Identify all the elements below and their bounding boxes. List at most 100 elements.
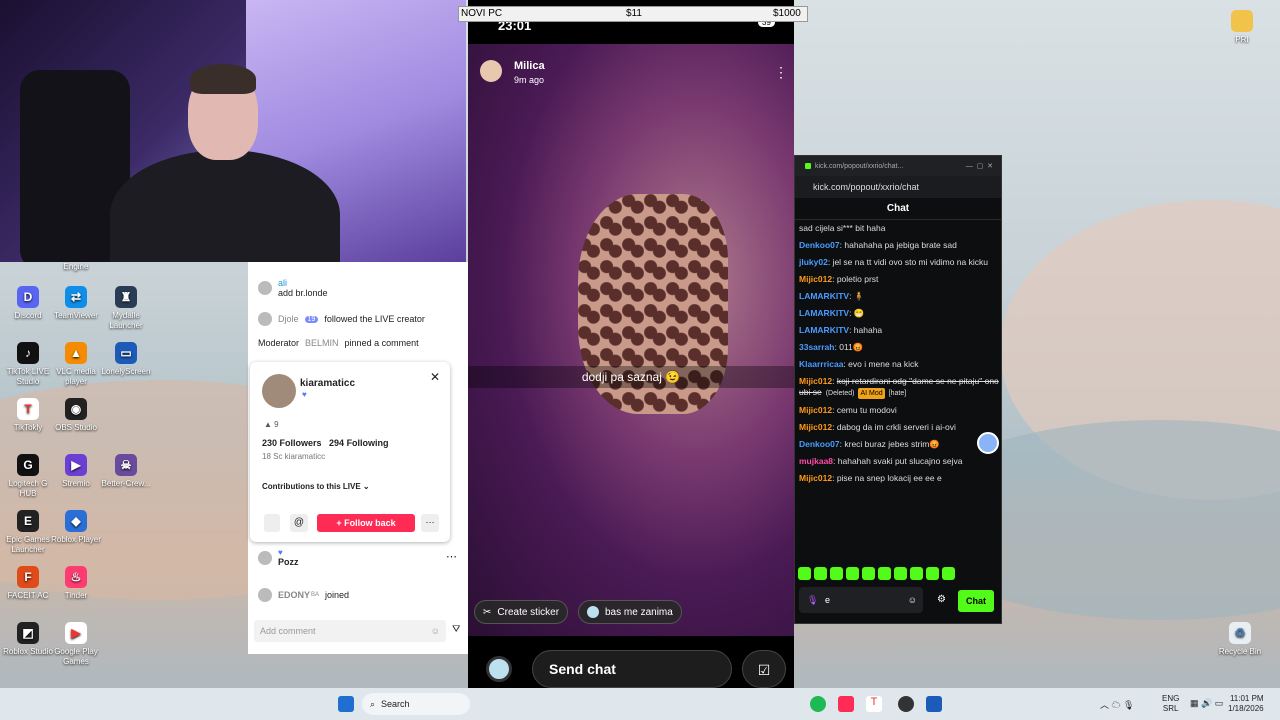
chat-message: Mijic012: koji retardirani odg "dame se … [799,376,999,399]
emoji-icon[interactable]: ☺ [908,595,917,605]
kick-icon [805,163,811,169]
followers-count[interactable]: 230 Followers [262,438,322,448]
desktop-icon[interactable]: ▶ Google Play Games [48,622,104,667]
language-indicator[interactable]: ENG SRL [1162,694,1179,714]
chat-header: Chat [795,198,1001,220]
lonelyscreen-icon[interactable] [926,696,942,712]
chat-username[interactable]: 33sarrah [799,342,834,352]
obs-icon[interactable] [898,696,914,712]
contributions-toggle[interactable]: Contributions to this LIVE ⌄ [262,482,370,491]
app-icon: T [17,398,39,420]
more-vertical-icon[interactable]: ⋮ [774,64,788,81]
emote-icon[interactable] [814,567,827,580]
window-controls[interactable]: — ▢ ✕ [966,162,993,170]
chat-username[interactable]: LAMARKITV [799,291,849,301]
story-user[interactable]: Milica [514,60,545,72]
create-sticker-label: Create sticker [497,606,560,618]
emote-icon[interactable] [926,567,939,580]
microphone-icon[interactable]: 🎙 [807,595,818,606]
avatar [258,588,272,602]
desktop-icon-label: Better-Crew... [101,479,151,488]
reply-pill[interactable]: bas me zanima [578,600,682,624]
chat-username[interactable]: Mijic012 [799,274,832,284]
chat-input[interactable]: 🎙 e ☺ [799,587,923,613]
desktop-icon[interactable]: ☠ Better-Crew... [98,454,154,489]
desktop-icon[interactable]: ◉ OBS Studio [48,398,104,433]
close-icon[interactable]: ✕ [430,370,440,384]
emote-icon[interactable] [846,567,859,580]
desktop-icon[interactable]: ♜ Mydalle Launcher [98,286,154,331]
emote-icon[interactable] [830,567,843,580]
address-bar[interactable]: kick.com/popout/xxrio/chat [795,176,1001,198]
desktop-icon[interactable]: ▶ Stremio [48,454,104,489]
taskbar-search[interactable]: ⌕ Search [362,693,470,715]
chat-username[interactable]: LAMARKITV [799,325,849,335]
chat-username[interactable]: LAMARKITV [799,308,849,318]
emote-icon[interactable] [910,567,923,580]
clock[interactable]: 11:01 PM 1/18/2026 [1228,694,1264,714]
join-action: joined [325,590,350,600]
send-chat-input[interactable]: Send chat [532,650,732,688]
desktop-icon[interactable]: ▭ LonelyScreen [98,342,154,377]
desktop-icon-label: PRI [1235,35,1249,44]
chat-username[interactable]: jluky02 [799,257,828,267]
following-count[interactable]: 294 Following [329,438,389,448]
emote-icon[interactable] [894,567,907,580]
video-scene [468,44,794,636]
chat-username[interactable]: Denkoo07 [799,240,840,250]
network-volume-battery-icons[interactable]: ▦ 🔊 ▭ [1190,698,1223,709]
chat-text: hahaha [853,325,883,335]
tiktokly-icon[interactable]: T [866,696,882,712]
more-button[interactable]: ⋯ [421,514,439,532]
desktop-icon-label: LonelyScreen [101,367,151,376]
heart-icon: ♥ [278,548,283,557]
emote-icon[interactable] [798,567,811,580]
chat-username[interactable]: Mijic012 [799,422,832,432]
chat-username[interactable]: Denkoo07 [799,439,840,449]
avatar [258,281,272,295]
create-sticker-button[interactable]: ✂ Create sticker [474,600,569,624]
emote-icon[interactable] [878,567,891,580]
desktop-icon[interactable]: ⇄ TeamViewer [48,286,104,321]
gear-icon[interactable]: ⚙ [937,594,946,605]
send-chat-button[interactable]: Chat [958,590,994,612]
chat-message: jluky02: jel se na tt vidi ovo sto mi vi… [799,257,999,268]
desktop-icon-recycle-bin[interactable]: ♻ Recycle Bin [1212,622,1268,657]
tray-icons[interactable]: ︿ ☁ 🎙 [1100,698,1134,711]
chat-username[interactable]: Mijic012 [799,376,832,386]
emote-icon[interactable] [942,567,955,580]
tiktok-icon[interactable] [838,696,854,712]
gift-button[interactable] [264,514,280,532]
desktop-icon[interactable]: ▲ VLC media player [48,342,104,387]
moderation-tag: [hate] [888,390,907,397]
camera-button[interactable] [486,656,512,682]
floating-assistant-icon[interactable] [977,432,999,454]
desktop-icon[interactable]: ◆ Roblox Player [48,510,104,545]
desktop-icon[interactable]: ♨ Tinder [48,566,104,601]
mention-button[interactable]: @ [290,514,308,532]
emote-bar[interactable] [798,567,955,580]
emote-icon[interactable] [862,567,875,580]
desktop-icon-pri[interactable]: PRI [1214,10,1270,45]
comment-more-icon[interactable]: ⋯ [446,550,457,563]
follow-back-button[interactable]: + Follow back [317,514,415,532]
taskbar-search-label: Search [381,699,410,709]
snapchat-phone-screen: 23:01 39 Milica 9m ago ⋮ dodji pa saznaj… [468,0,794,720]
desktop-icon-label: TikTok LIVE Studio [6,367,50,386]
chat-message: mujkaa8: hahahah svaki put slucajno sejv… [799,456,999,467]
desktop-icon-label: TikTokly [13,423,43,432]
chat-username[interactable]: Mijic012 [799,405,832,415]
add-comment-input[interactable]: Add comment ☺ [254,620,446,642]
filter-icon[interactable]: ⛛ [452,624,460,635]
webcam-person-hair [190,64,256,94]
sticker-icon[interactable]: ☑ [742,650,786,688]
chat-message: Mijic012: pise na snep lokacij ee ee e [799,473,999,484]
chat-username[interactable]: Klaarrricaa [799,359,843,369]
spotify-icon[interactable] [810,696,826,712]
app-icon: ♜ [115,286,137,308]
emoji-icon[interactable]: ☺ [431,626,440,636]
chat-message: LAMARKITV: hahaha [799,325,999,336]
windows-start-icon[interactable] [338,696,354,712]
chat-username[interactable]: mujkaa8 [799,456,833,466]
chat-username[interactable]: Mijic012 [799,473,832,483]
